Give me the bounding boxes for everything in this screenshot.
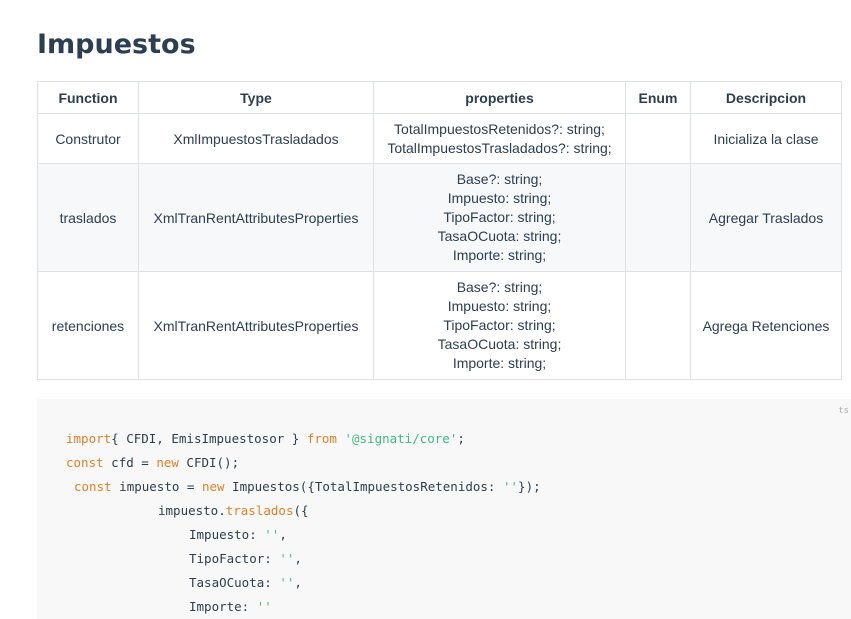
code-string: '' (256, 599, 272, 614)
code-keyword: from (306, 431, 337, 446)
property-line: TotalImpuestosRetenidos?: string; (394, 120, 605, 137)
property-line: Impuesto: string; (447, 298, 552, 314)
code-line: const impuesto = new Impuestos({TotalImp… (74, 475, 541, 499)
cell-function: retenciones (37, 271, 139, 380)
code-text: impuesto. (158, 503, 226, 518)
code-text: , (294, 551, 302, 566)
code-keyword: const (66, 455, 104, 470)
code-text: Impuesto: (189, 527, 265, 542)
code-block[interactable]: ts import{ CFDI, EmisImpuestosor } from … (37, 399, 851, 619)
property-line: Importe: string; (452, 247, 547, 263)
code-string: '@signati/core' (344, 431, 458, 446)
table-row: Construtor XmlImpuestosTrasladados Total… (37, 113, 842, 164)
code-line: TipoFactor: '', (189, 547, 302, 571)
property-line: Importe: string; (452, 355, 547, 371)
impuestos-table: Function Type properties Enum Descripcio… (37, 81, 842, 380)
property-line: TotalImpuestosTrasladados?: string; (387, 139, 612, 156)
code-text: impuesto = (111, 479, 202, 494)
code-keyword: new (156, 455, 179, 470)
code-text: ({ (293, 503, 309, 518)
table-row: retenciones XmlTranRentAttributesPropert… (37, 271, 842, 380)
cell-properties: Base?: string; Impuesto: string; TipoFac… (373, 271, 626, 380)
cell-descripcion: Inicializa la clase (690, 113, 842, 164)
code-text: , (294, 575, 302, 590)
property-line: Base?: string; (456, 279, 543, 295)
property-line: TasaOCuota: string; (437, 336, 562, 352)
code-line: Importe: '' (189, 595, 272, 619)
header-type: Type (138, 81, 374, 114)
code-string: '' (279, 551, 295, 566)
header-function: Function (37, 81, 139, 114)
cell-enum (625, 113, 691, 164)
code-line: impuesto.traslados({ (158, 499, 309, 523)
code-line: TasaOCuota: '', (189, 571, 302, 595)
header-properties: properties (373, 81, 626, 114)
code-line: Impuesto: '', (189, 523, 287, 547)
cell-type: XmlTranRentAttributesProperties (138, 163, 374, 272)
code-language-label: ts (838, 406, 849, 416)
property-line: TipoFactor: string; (443, 317, 556, 333)
table-header-row: Function Type properties Enum Descripcio… (37, 81, 842, 114)
cell-descripcion: Agregar Traslados (690, 163, 842, 272)
code-string: '' (264, 527, 280, 542)
code-text: , (279, 527, 287, 542)
code-text: cfd = (103, 455, 157, 470)
cell-descripcion: Agrega Retenciones (690, 271, 842, 380)
code-line: import{ CFDI, EmisImpuestosor } from '@s… (66, 427, 465, 451)
table-row: traslados XmlTranRentAttributesPropertie… (37, 163, 842, 272)
code-text: CFDI(); (178, 455, 240, 470)
code-text: }); (518, 479, 541, 494)
cell-properties: Base?: string; Impuesto: string; TipoFac… (373, 163, 626, 272)
code-string: '' (502, 479, 519, 494)
cell-properties: TotalImpuestosRetenidos?: string; TotalI… (373, 113, 626, 164)
code-text: ; (457, 431, 465, 446)
cell-function: Construtor (37, 113, 139, 164)
code-text: TipoFactor: (189, 551, 280, 566)
code-text: Importe: (189, 599, 257, 614)
code-keyword: import (66, 431, 112, 446)
cell-function: traslados (37, 163, 139, 272)
cell-enum (625, 271, 691, 380)
code-function: traslados (225, 503, 294, 518)
property-line: Base?: string; (456, 171, 543, 187)
cell-type: XmlTranRentAttributesProperties (138, 271, 374, 380)
code-text: Impuestos({TotalImpuestosRetenidos: (224, 479, 503, 494)
header-enum: Enum (625, 81, 691, 114)
code-string: '' (279, 575, 295, 590)
property-line: Impuesto: string; (447, 190, 552, 206)
code-text: { CFDI, EmisImpuestosor } (111, 431, 307, 446)
property-line: TipoFactor: string; (443, 209, 556, 225)
property-line: TasaOCuota: string; (437, 228, 562, 244)
code-keyword: const (74, 479, 112, 494)
cell-enum (625, 163, 691, 272)
page-title: Impuestos (37, 29, 196, 60)
code-text: TasaOCuota: (189, 575, 280, 590)
code-keyword: new (201, 479, 225, 494)
code-line: const cfd = new CFDI(); (66, 451, 239, 475)
cell-type: XmlImpuestosTrasladados (138, 113, 374, 164)
header-descripcion: Descripcion (690, 81, 842, 114)
